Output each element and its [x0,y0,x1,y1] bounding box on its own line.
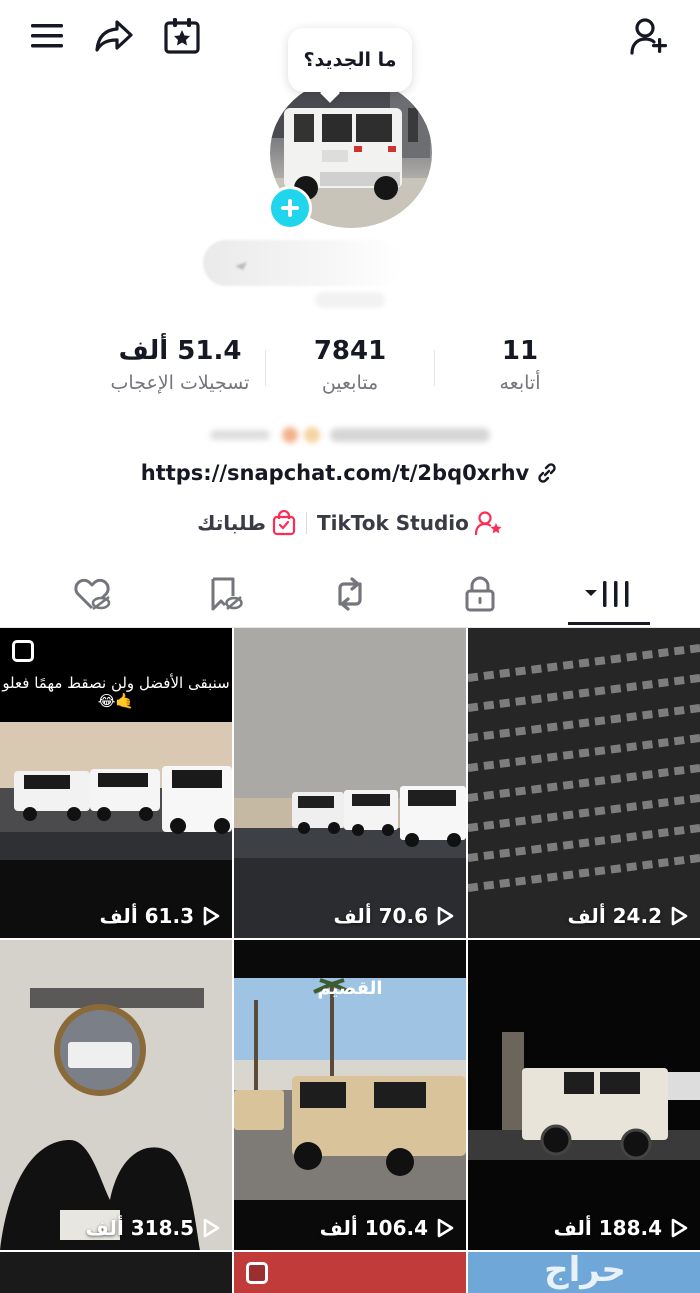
likes-label: تسجيلات الإعجاب [110,372,250,394]
video-views-count: 106.4 ألف [319,1216,428,1240]
tiktok-studio-button[interactable]: TikTok Studio [317,510,503,536]
video-tile[interactable] [0,1252,232,1293]
video-tile[interactable]: 318.5 ألف [0,940,232,1250]
stat-divider [434,350,435,386]
watermark-logo: حراج [544,1250,626,1290]
orders-label: طلباتك [197,511,266,535]
blurred-username [203,240,403,286]
multi-photo-icon [246,1262,268,1284]
share-icon[interactable] [94,16,134,56]
multi-photo-icon [12,640,34,662]
followers-count: 7841 [313,336,387,366]
blurred-handle [315,292,385,308]
whats-new-bubble[interactable]: ما الجديد؟ [288,28,412,92]
play-icon [437,1218,454,1238]
video-views: 24.2 ألف [567,904,688,928]
profile-link[interactable]: https://snapchat.com/t/2bq0xrhv [0,456,700,490]
orders-button[interactable]: طلباتك [197,510,296,536]
active-tab-indicator [568,622,650,625]
play-icon [203,1218,220,1238]
tab-reposts[interactable] [310,568,390,620]
blurred-bio [200,420,500,450]
shortcut-divider [305,512,307,534]
heart-hidden-icon [74,578,111,610]
profile-avatar-container[interactable] [268,78,432,230]
video-views: 61.3 ألف [99,904,220,928]
tab-videos[interactable] [568,568,650,620]
grid-icon [585,581,629,607]
video-views-count: 24.2 ألف [567,904,662,928]
hamburger-icon[interactable] [27,16,67,56]
following-label: أتابعه [499,372,541,394]
video-tile[interactable]: 188.4 ألف [468,940,700,1250]
tab-favorites[interactable] [185,568,265,620]
add-user-icon[interactable] [630,16,670,56]
link-icon [538,463,556,483]
video-tile[interactable]: القصيم 106.4 ألف [234,940,466,1250]
followers-stat[interactable]: 7841 متابعين [290,336,410,394]
video-views: 318.5 ألف [86,1216,220,1240]
video-views-count: 61.3 ألف [99,904,194,928]
video-views-count: 188.4 ألف [553,1216,662,1240]
video-caption: سنبقى الأفضل ولن نصقط مهمًا فعلو 🤙😂 [0,628,232,722]
video-views-count: 318.5 ألف [85,1216,194,1240]
tab-liked[interactable] [52,568,132,620]
following-stat[interactable]: 11 أتابعه [470,336,570,394]
bookmark-hidden-icon [211,577,243,611]
video-views: 70.6 ألف [333,904,454,928]
video-caption: القصيم [317,978,383,999]
play-icon [437,906,454,926]
video-tile[interactable] [234,1252,466,1293]
likes-stat[interactable]: 51.4 ألف تسجيلات الإعجاب [90,336,270,394]
profile-tabs [0,560,700,628]
following-count: 11 [501,336,539,366]
tiktok-studio-label: TikTok Studio [316,511,469,535]
followers-label: متابعين [321,372,379,394]
play-icon [671,906,688,926]
tab-private[interactable] [440,568,520,620]
play-icon [203,906,220,926]
repost-icon [338,577,362,611]
likes-count: 51.4 ألف [118,336,242,366]
shopping-bag-icon [272,510,296,536]
link-text[interactable]: https://snapchat.com/t/2bq0xrhv [141,461,530,485]
video-views: 188.4 ألف [554,1216,688,1240]
video-tile[interactable]: 70.6 ألف [234,628,466,938]
play-icon [671,1218,688,1238]
plus-icon [281,199,299,217]
add-avatar-button[interactable] [268,186,312,230]
calendar-star-icon[interactable] [162,16,202,56]
stat-divider [265,350,266,386]
video-tile[interactable]: 24.2 ألف [468,628,700,938]
video-views-count: 70.6 ألف [333,904,428,928]
studio-user-star-icon [474,511,502,536]
shortcut-row: TikTok Studio طلباتك [0,505,700,541]
video-views: 106.4 ألف [320,1216,454,1240]
video-tile[interactable]: سنبقى الأفضل ولن نصقط مهمًا فعلو 🤙😂 61.3… [0,628,232,938]
lock-icon [465,576,495,612]
